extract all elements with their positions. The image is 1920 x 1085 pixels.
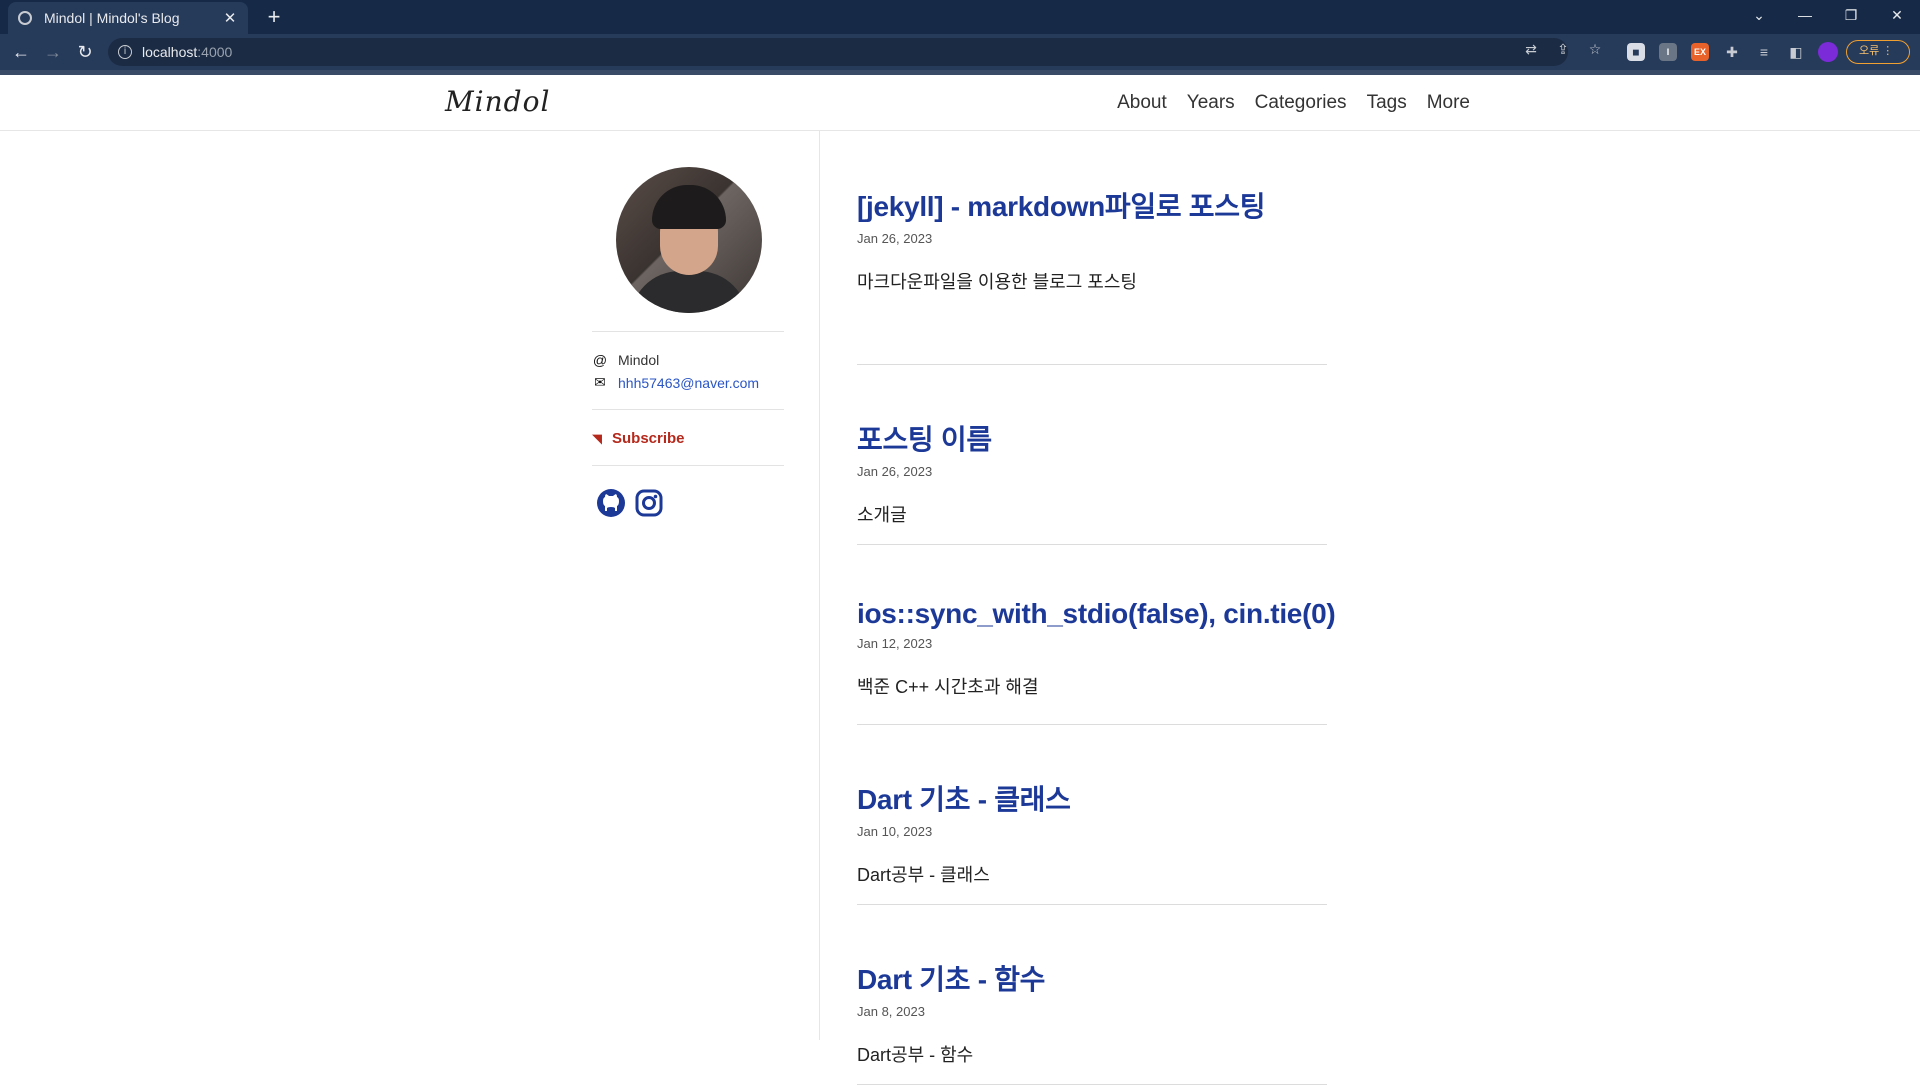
post-date: Jan 10, 2023: [857, 824, 933, 839]
author-name: Mindol: [618, 352, 660, 368]
post-title-link[interactable]: ios::sync_with_stdio(false), cin.tie(0): [857, 598, 1336, 630]
back-arrow-icon[interactable]: ←: [8, 39, 34, 65]
envelope-icon: ✉: [594, 374, 606, 390]
profile-avatar[interactable]: [1818, 42, 1838, 62]
instagram-icon[interactable]: [634, 488, 664, 518]
author-email-row: ✉ hhh57463@naver.com: [592, 374, 784, 391]
close-window-button[interactable]: ✕: [1874, 0, 1920, 30]
post-list: [jekyll] - markdown파일로 포스팅 Jan 26, 2023 …: [857, 185, 1336, 1085]
error-label: 오류: [1859, 45, 1880, 57]
post-excerpt: 마크다운파일을 이용한 블로그 포스팅: [857, 272, 1137, 292]
tab-search-icon[interactable]: ⌄: [1736, 0, 1782, 30]
github-icon[interactable]: [596, 488, 626, 518]
extension-ex-icon[interactable]: EX: [1691, 43, 1709, 61]
new-tab-button[interactable]: +: [260, 4, 288, 30]
at-icon: @: [592, 352, 608, 368]
site-logo[interactable]: Mindol: [445, 85, 550, 118]
post-item: Dart 기초 - 함수 Jan 8, 2023 Dart공부 - 함수: [857, 905, 1327, 1085]
post-title-link[interactable]: Dart 기초 - 클래스: [857, 778, 1327, 818]
browser-toolbar: ← → ↻ i localhost:4000 ⇄ ⇪ ☆ ◼ I EX ✚ ≡ …: [0, 34, 1920, 70]
subscribe-link[interactable]: ◥ Subscribe: [592, 430, 784, 447]
post-excerpt: 소개글: [857, 505, 907, 525]
subscribe-label: Subscribe: [612, 430, 685, 447]
browser-tab[interactable]: Mindol | Mindol's Blog ✕: [8, 2, 248, 34]
post-date: Jan 26, 2023: [857, 464, 933, 479]
post-title-link[interactable]: [jekyll] - markdown파일로 포스팅: [857, 185, 1327, 225]
sidebar: @ Mindol ✉ hhh57463@naver.com ◥ Subscrib…: [592, 167, 784, 518]
close-tab-icon[interactable]: ✕: [222, 9, 238, 27]
social-links: [596, 488, 784, 518]
post-item: ios::sync_with_stdio(false), cin.tie(0) …: [857, 545, 1336, 725]
post-excerpt: 백준 C++ 시간초과 해결: [857, 677, 1039, 697]
post-item: [jekyll] - markdown파일로 포스팅 Jan 26, 2023 …: [857, 185, 1327, 365]
nav-years[interactable]: Years: [1187, 92, 1235, 114]
post-excerpt: Dart공부 - 클래스: [857, 865, 990, 885]
puzzle-icon[interactable]: ✚: [1723, 43, 1741, 61]
masthead: Mindol About Years Categories Tags More: [0, 75, 1920, 131]
url-port: :4000: [197, 44, 233, 60]
post-item: Dart 기초 - 클래스 Jan 10, 2023 Dart공부 - 클래스: [857, 725, 1327, 905]
bookmark-star-icon[interactable]: ☆: [1586, 40, 1604, 58]
page: Mindol About Years Categories Tags More …: [0, 75, 1920, 1085]
post-title-link[interactable]: Dart 기초 - 함수: [857, 958, 1327, 998]
author-email-link[interactable]: hhh57463@naver.com: [618, 375, 759, 391]
sidebar-divider-2: [592, 409, 784, 410]
globe-icon: [18, 11, 32, 25]
post-item: 포스팅 이름 Jan 26, 2023 소개글: [857, 365, 1327, 545]
site-nav: About Years Categories Tags More: [1117, 92, 1470, 114]
avatar: [616, 167, 762, 313]
reading-list-icon[interactable]: ≡: [1755, 43, 1773, 61]
error-badge[interactable]: 오류 ⋮: [1846, 40, 1910, 64]
forward-arrow-icon[interactable]: →: [40, 39, 66, 65]
translate-icon[interactable]: ⇄: [1522, 40, 1540, 58]
sidebar-divider: [819, 131, 820, 1040]
author-name-row: @ Mindol: [592, 352, 784, 368]
tab-title: Mindol | Mindol's Blog: [44, 10, 180, 26]
url-host: localhost: [142, 44, 198, 60]
extension-icon[interactable]: I: [1659, 43, 1677, 61]
post-date: Jan 26, 2023: [857, 231, 933, 246]
rss-icon: ◥: [592, 430, 602, 446]
nav-tags[interactable]: Tags: [1367, 92, 1407, 114]
post-date: Jan 12, 2023: [857, 636, 933, 651]
extension-shield-icon[interactable]: ◼: [1627, 43, 1645, 61]
sidebar-divider-1: [592, 331, 784, 332]
sidebar-divider-3: [592, 465, 784, 466]
nav-categories[interactable]: Categories: [1255, 92, 1347, 114]
post-date: Jan 8, 2023: [857, 1004, 925, 1019]
minimize-button[interactable]: —: [1782, 0, 1828, 30]
info-icon[interactable]: i: [118, 45, 132, 59]
nav-about[interactable]: About: [1117, 92, 1167, 114]
share-icon[interactable]: ⇪: [1554, 40, 1572, 58]
post-title-link[interactable]: 포스팅 이름: [857, 418, 1327, 458]
side-panel-icon[interactable]: ◧: [1787, 43, 1805, 61]
reload-icon[interactable]: ↻: [72, 39, 98, 65]
restore-button[interactable]: ❐: [1828, 0, 1874, 30]
address-bar[interactable]: i localhost:4000: [108, 38, 1568, 66]
post-excerpt: Dart공부 - 함수: [857, 1045, 974, 1065]
nav-more[interactable]: More: [1427, 92, 1470, 114]
browser-titlebar: Mindol | Mindol's Blog ✕ + ⌄ — ❐ ✕: [0, 0, 1920, 34]
